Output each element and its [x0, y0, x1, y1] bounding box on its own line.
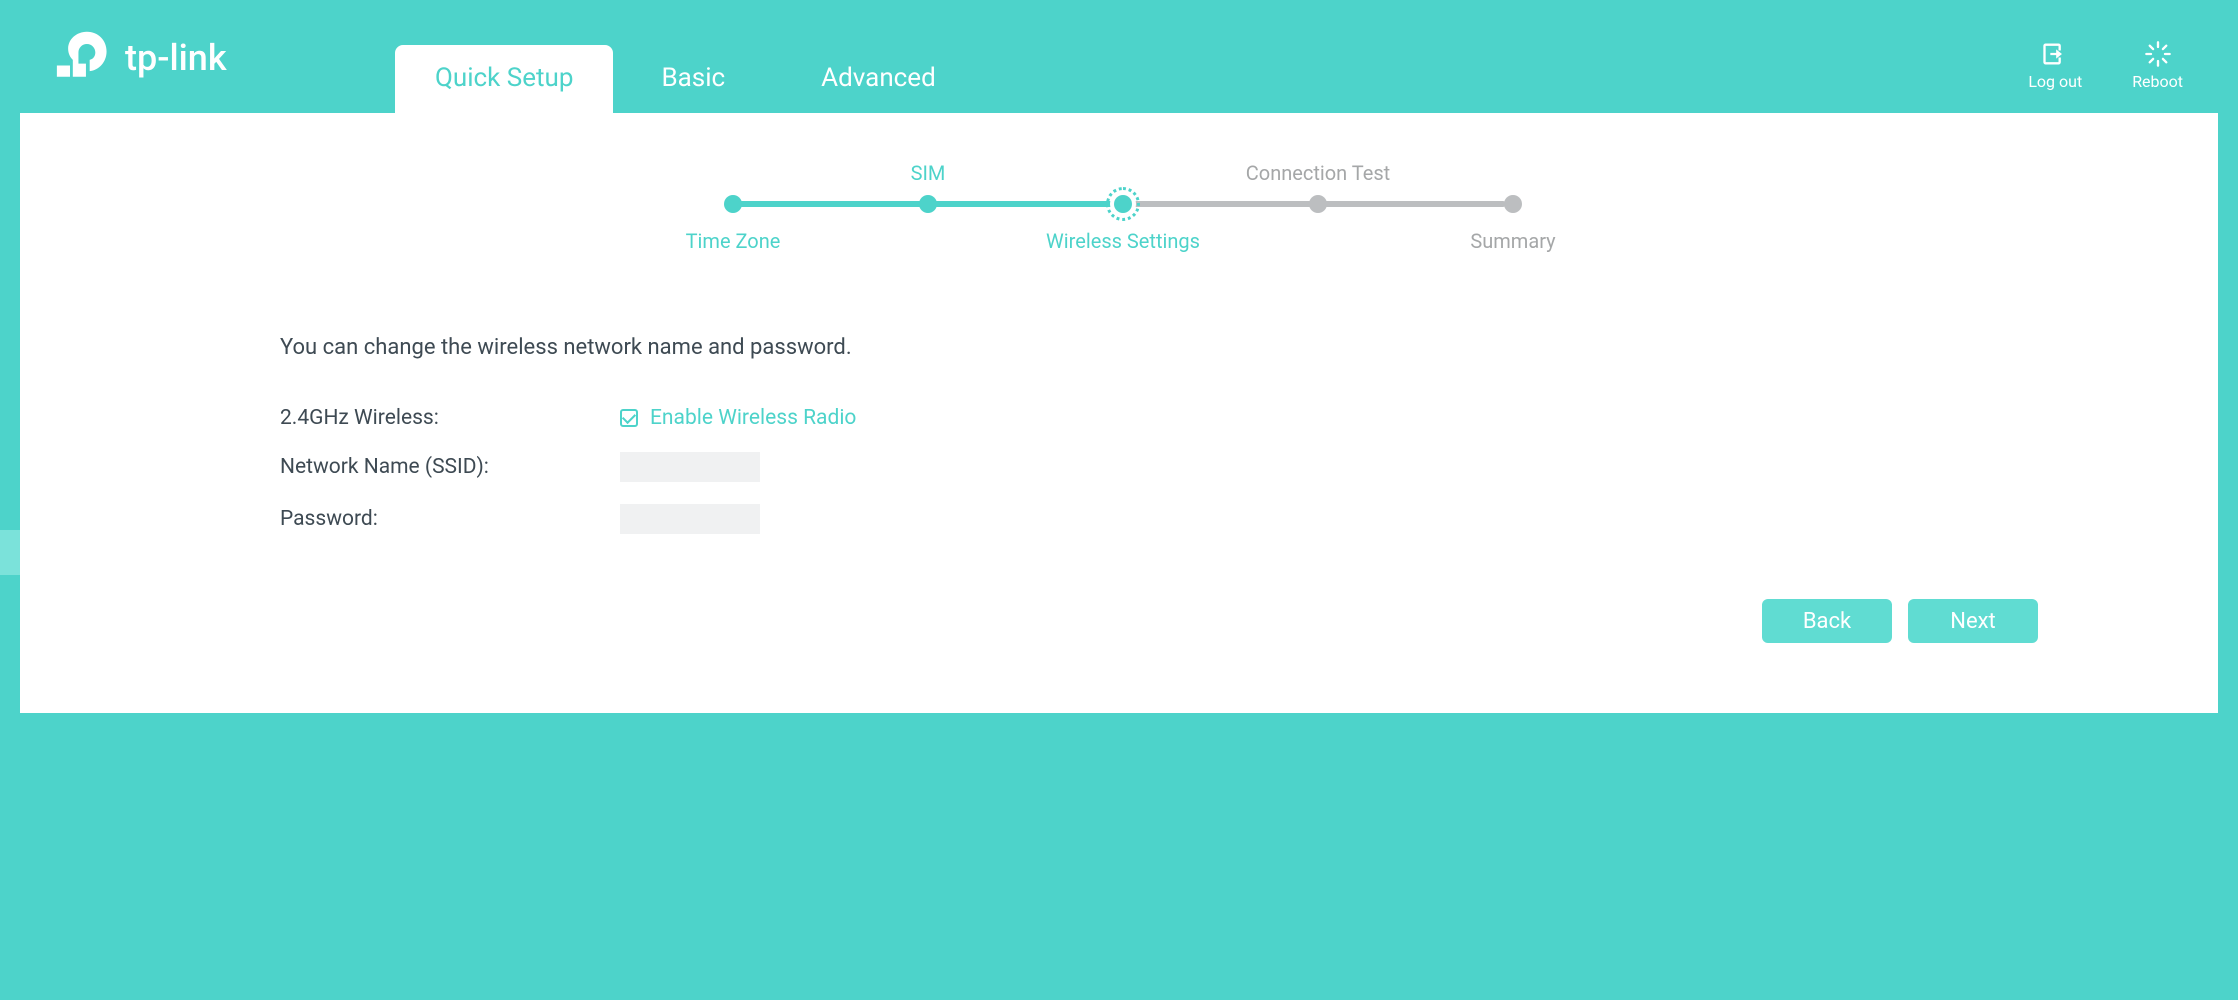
ssid-label: Network Name (SSID): — [280, 455, 620, 479]
reboot-label: Reboot — [2132, 72, 2183, 91]
tab-quick-setup[interactable]: Quick Setup — [395, 45, 613, 113]
tab-basic[interactable]: Basic — [613, 45, 773, 113]
ssid-input[interactable] — [620, 452, 760, 482]
wizard-step-connection-test-dot — [1309, 195, 1327, 213]
tplink-logo-icon — [55, 28, 115, 88]
logout-icon — [2041, 40, 2069, 68]
logout-button[interactable]: Log out — [2028, 40, 2082, 91]
wizard-step-timezone-dot — [724, 195, 742, 213]
wizard-step-summary-label: Summary — [1470, 229, 1555, 253]
wizard-step-sim-dot — [919, 195, 937, 213]
tab-advanced[interactable]: Advanced — [773, 45, 984, 113]
password-input[interactable] — [620, 504, 760, 534]
main-panel: Time Zone SIM Wireless Settings Connecti… — [20, 113, 2218, 713]
main-tabs: Quick Setup Basic Advanced — [395, 0, 984, 113]
back-button[interactable]: Back — [1762, 599, 1892, 643]
logout-label: Log out — [2028, 72, 2082, 91]
wizard-step-wireless-dot — [1114, 195, 1132, 213]
wizard-step-summary-dot — [1504, 195, 1522, 213]
wizard-step-timezone-label: Time Zone — [686, 229, 781, 253]
enable-wireless-radio-label: Enable Wireless Radio — [650, 406, 856, 430]
reboot-button[interactable]: Reboot — [2132, 40, 2183, 91]
wizard-progress: Time Zone SIM Wireless Settings Connecti… — [724, 165, 1514, 255]
password-label: Password: — [280, 507, 620, 531]
next-button[interactable]: Next — [1908, 599, 2038, 643]
wizard-step-wireless-label: Wireless Settings — [1046, 229, 1200, 253]
wizard-step-sim-label: SIM — [911, 161, 946, 185]
reboot-icon — [2144, 40, 2172, 68]
wizard-step-connection-test-label: Connection Test — [1246, 161, 1390, 185]
enable-wireless-radio-checkbox[interactable] — [620, 409, 638, 427]
brand-name: tp-link — [125, 37, 227, 79]
brand-logo: tp-link — [55, 28, 227, 88]
wireless-label: 2.4GHz Wireless: — [280, 406, 620, 430]
intro-text: You can change the wireless network name… — [280, 335, 1918, 360]
